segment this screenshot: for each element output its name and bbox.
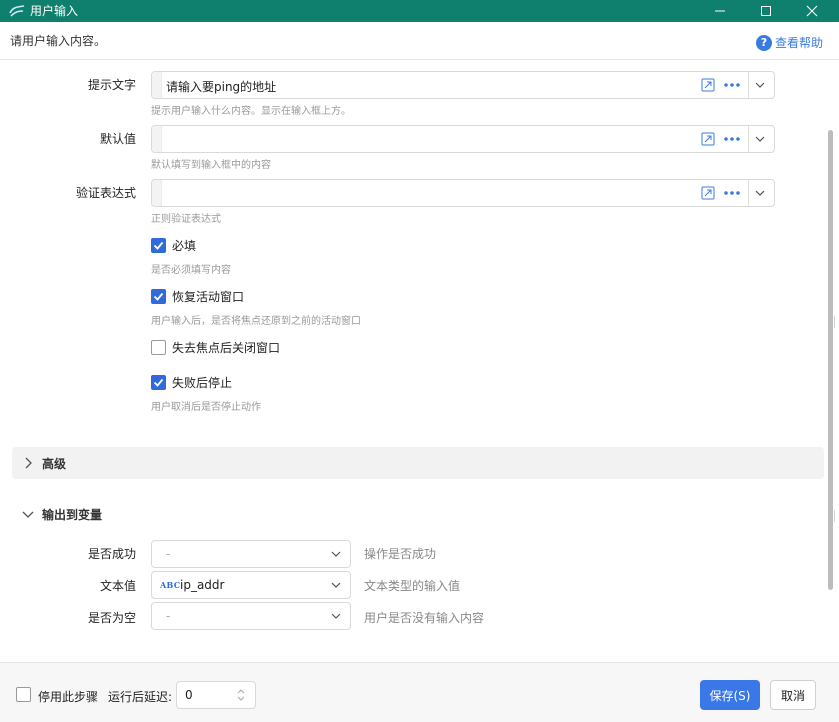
help-label: 查看帮助: [774, 36, 823, 50]
empty-var-select[interactable]: -: [151, 602, 351, 630]
default-value-hint: 默认填写到输入框中的内容: [151, 160, 271, 171]
more-options-icon[interactable]: [722, 132, 742, 146]
default-value-input[interactable]: [151, 125, 775, 153]
minimize-icon: [715, 10, 725, 12]
restore-window-checkbox-row[interactable]: 恢复活动窗口: [151, 288, 244, 305]
stop-on-fail-label: 失败后停止: [172, 376, 233, 390]
restore-window-hint: 用户输入后，是否将焦点还原到之前的活动窗口: [151, 316, 361, 327]
delay-label: 运行后延迟:: [108, 690, 173, 704]
maximize-icon: [761, 6, 771, 16]
input-gutter: [152, 126, 162, 152]
chevron-down-icon: [331, 582, 341, 588]
more-options-icon[interactable]: [722, 186, 742, 200]
spinner-arrows-icon[interactable]: [235, 686, 247, 704]
required-label: 必填: [172, 239, 197, 253]
output-section-title: 输出到变量: [42, 507, 103, 522]
empty-var-label: 是否为空: [87, 611, 136, 625]
default-value-label: 默认值: [99, 132, 136, 146]
chevron-right-icon: [25, 457, 32, 469]
close-icon: [806, 5, 818, 17]
title-bar: 用户输入: [0, 0, 839, 22]
dialog-footer: 停用此步骤 运行后延迟: 0 保存(S) 取消: [0, 662, 839, 722]
background-edge: [834, 316, 839, 328]
chevron-down-icon[interactable]: [754, 188, 766, 198]
dialog-description: 请用户输入内容。: [10, 34, 107, 48]
input-divider: [748, 180, 749, 206]
window-title: 用户输入: [30, 4, 79, 18]
help-link[interactable]: ? 查看帮助: [755, 34, 823, 51]
text-var-desc: 文本类型的输入值: [364, 579, 461, 593]
input-divider: [748, 126, 749, 152]
close-on-blur-checkbox-row[interactable]: 失去焦点后关闭窗口: [151, 339, 280, 356]
prompt-text-label: 提示文字: [87, 78, 136, 92]
cancel-button[interactable]: 取消: [770, 680, 816, 710]
success-var-select[interactable]: -: [151, 540, 351, 568]
check-icon: [153, 292, 164, 301]
prompt-text-input[interactable]: 请输入要ping的地址: [151, 71, 775, 99]
success-var-label: 是否成功: [87, 547, 136, 561]
close-on-blur-label: 失去焦点后关闭窗口: [172, 341, 281, 355]
restore-window-checkbox[interactable]: [151, 289, 166, 304]
expand-editor-icon[interactable]: [701, 186, 715, 200]
stop-on-fail-checkbox-row[interactable]: 失败后停止: [151, 374, 232, 391]
regex-label: 验证表达式: [75, 186, 136, 200]
delay-value: 0: [185, 688, 193, 702]
expand-editor-icon[interactable]: [701, 78, 715, 92]
disable-step-checkbox[interactable]: [16, 687, 31, 702]
restore-window-label: 恢复活动窗口: [172, 290, 245, 304]
stop-on-fail-hint: 用户取消后是否停止动作: [151, 402, 261, 413]
text-type-icon: ABC: [160, 580, 181, 590]
regex-input[interactable]: [151, 179, 775, 207]
required-checkbox-row[interactable]: 必填: [151, 237, 196, 254]
close-on-blur-checkbox[interactable]: [151, 340, 166, 355]
save-button[interactable]: 保存(S): [700, 680, 760, 710]
required-checkbox[interactable]: [151, 238, 166, 253]
empty-var-desc: 用户是否没有输入内容: [364, 611, 485, 625]
regex-hint: 正则验证表达式: [151, 214, 221, 225]
disable-step-label: 停用此步骤: [38, 690, 99, 704]
input-divider: [748, 72, 749, 98]
chevron-down-icon: [331, 613, 341, 619]
background-edge: [834, 510, 839, 522]
prompt-text-hint: 提示用户输入什么内容。显示在输入框上方。: [151, 106, 351, 117]
text-var-label: 文本值: [99, 579, 136, 593]
input-gutter: [152, 72, 162, 98]
app-logo-icon: [9, 5, 25, 17]
output-section-toggle[interactable]: 输出到变量: [12, 498, 824, 530]
success-var-value: -: [166, 547, 171, 561]
maximize-button[interactable]: [746, 0, 786, 22]
stop-on-fail-checkbox[interactable]: [151, 375, 166, 390]
dialog-header: 请用户输入内容。 ? 查看帮助: [0, 22, 839, 60]
success-var-desc: 操作是否成功: [364, 547, 437, 561]
check-icon: [153, 378, 164, 387]
expand-editor-icon[interactable]: [701, 132, 715, 146]
close-button[interactable]: [792, 0, 832, 22]
vertical-scrollbar[interactable]: [828, 130, 833, 590]
more-options-icon[interactable]: [722, 78, 742, 92]
empty-var-value: -: [166, 609, 171, 623]
text-var-select[interactable]: ABC ip_addr: [151, 571, 351, 599]
question-icon: ?: [755, 34, 772, 51]
prompt-text-value: 请输入要ping的地址: [166, 80, 277, 94]
chevron-down-icon: [22, 511, 34, 518]
minimize-button[interactable]: [700, 0, 740, 22]
input-gutter: [152, 180, 162, 206]
chevron-down-icon[interactable]: [754, 134, 766, 144]
advanced-section-toggle[interactable]: 高级: [12, 447, 824, 479]
text-var-value: ip_addr: [180, 578, 225, 592]
chevron-down-icon[interactable]: [754, 80, 766, 90]
check-icon: [153, 241, 164, 250]
chevron-down-icon: [331, 551, 341, 557]
advanced-section-title: 高级: [42, 456, 67, 471]
required-hint: 是否必须填写内容: [151, 265, 231, 276]
delay-spinbox[interactable]: 0: [176, 681, 256, 709]
